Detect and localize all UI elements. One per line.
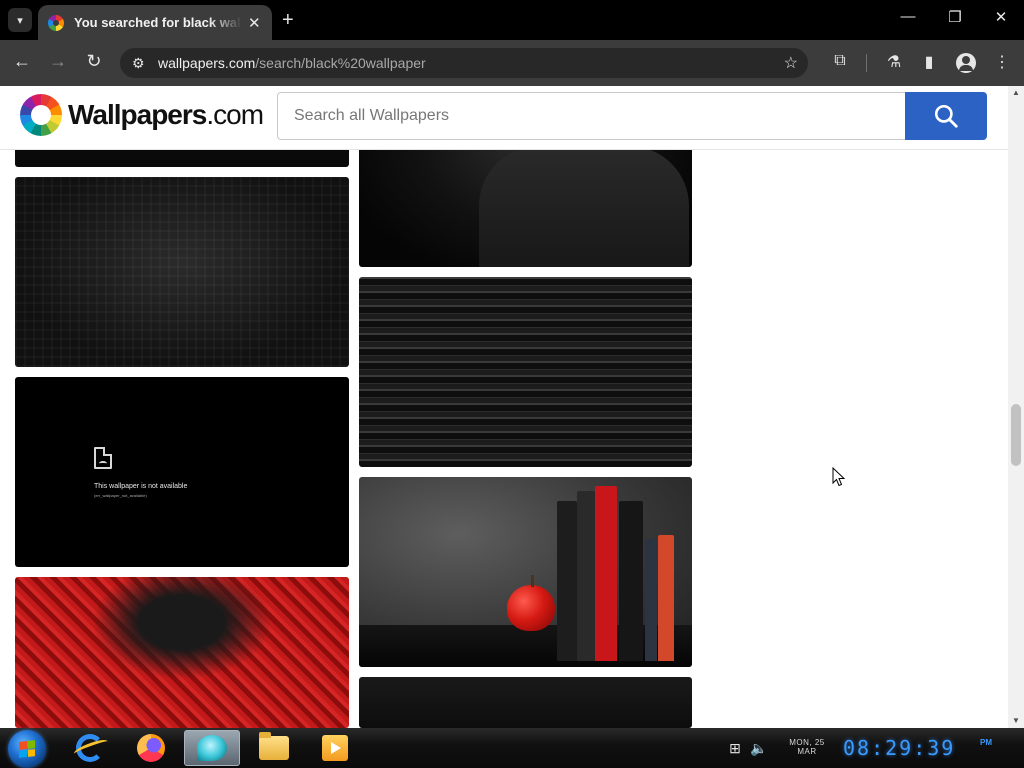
- labs-icon[interactable]: ⚗: [883, 52, 905, 72]
- internet-explorer-icon: [76, 734, 104, 762]
- taskbar-file-explorer[interactable]: [246, 730, 302, 766]
- tab-close-icon[interactable]: ✕: [248, 14, 261, 32]
- scroll-thumb[interactable]: [1011, 404, 1021, 466]
- date-line-2: MAR: [797, 747, 817, 756]
- book: [577, 491, 595, 661]
- page-scrollbar[interactable]: ▲ ▼: [1008, 86, 1024, 728]
- address-bar[interactable]: ⚙ wallpapers.com/search/black%20wallpape…: [120, 48, 808, 78]
- wallpaper-thumbnail[interactable]: [15, 177, 349, 367]
- tab-search-icon[interactable]: ▾: [8, 8, 32, 32]
- wallpaper-thumbnail[interactable]: [359, 677, 692, 728]
- search-icon: [934, 104, 958, 128]
- unavailable-message: This wallpaper is not available: [94, 483, 188, 490]
- tray-clock[interactable]: 08:29:39: [843, 736, 955, 760]
- windows-flag-icon: [19, 740, 35, 758]
- search-button[interactable]: [905, 92, 987, 140]
- page-viewport: This wallpaper is not available (err_wal…: [0, 86, 1008, 728]
- book: [645, 539, 657, 661]
- taskbar-media-player[interactable]: [307, 730, 363, 766]
- site-info-icon[interactable]: ⚙: [132, 55, 150, 72]
- close-window-button[interactable]: ✕: [989, 8, 1013, 26]
- book: [658, 535, 674, 661]
- book: [595, 486, 617, 661]
- mouse-cursor-icon: [832, 467, 846, 487]
- site-logo[interactable]: Wallpapers.com: [68, 99, 264, 131]
- suit-figure: [479, 146, 689, 267]
- start-button[interactable]: [8, 730, 46, 768]
- wallpaper-thumbnail[interactable]: [359, 477, 692, 667]
- wallpaper-thumbnail[interactable]: [359, 277, 692, 467]
- tray-ampm: PM: [980, 738, 992, 747]
- url-path: /search/black%20wallpaper: [255, 55, 426, 71]
- extensions-icon[interactable]: ⧉: [829, 52, 851, 70]
- scroll-down-icon[interactable]: ▼: [1008, 714, 1024, 728]
- taskbar-chat-app[interactable]: [184, 730, 240, 766]
- reload-icon[interactable]: ↻: [82, 51, 106, 72]
- tray-date[interactable]: MON, 25 MAR: [784, 738, 830, 756]
- unavailable-sub: (err_wallpaper_not_available): [94, 493, 147, 498]
- chat-app-icon: [197, 735, 227, 761]
- browser-tab-bar: ▾ You searched for black wallpaper ✕ + —…: [0, 0, 1024, 40]
- book: [619, 501, 643, 661]
- logo-main: Wallpapers: [68, 99, 207, 130]
- favicon-icon: [48, 14, 64, 31]
- minimize-button[interactable]: —: [896, 8, 920, 25]
- book: [557, 501, 577, 661]
- broken-file-icon: [94, 447, 112, 469]
- site-header: Wallpapers.com: [0, 86, 1008, 150]
- forward-icon[interactable]: →: [46, 51, 70, 72]
- logo-suffix: .com: [206, 99, 264, 130]
- volume-muted-icon[interactable]: 🔈: [750, 740, 768, 757]
- date-line-1: MON, 25: [789, 738, 825, 747]
- firefox-icon: [137, 734, 165, 762]
- browser-tab-active[interactable]: You searched for black wallpaper ✕: [38, 5, 272, 40]
- wallpaper-thumbnail[interactable]: [15, 577, 349, 728]
- media-player-icon: [322, 735, 348, 761]
- back-icon[interactable]: ←: [10, 51, 34, 72]
- tab-title: You searched for black wallpaper: [74, 15, 242, 30]
- new-tab-button[interactable]: +: [282, 9, 294, 31]
- browser-toolbar: ← → ↻ ⚙ wallpapers.com/search/black%20wa…: [0, 40, 1024, 86]
- wallpapers-logo-icon[interactable]: [20, 94, 62, 136]
- taskbar: ⊞ 🔈 MON, 25 MAR 08:29:39 PM: [0, 728, 1024, 768]
- taskbar-internet-explorer[interactable]: [62, 730, 118, 766]
- wallpaper-thumbnail-unavailable[interactable]: This wallpaper is not available (err_wal…: [15, 377, 349, 567]
- url-host: wallpapers.com: [158, 55, 256, 71]
- folder-icon: [259, 732, 289, 760]
- toolbar-separator: [866, 54, 867, 72]
- network-icon[interactable]: ⊞: [726, 740, 744, 757]
- scroll-up-icon[interactable]: ▲: [1008, 86, 1024, 100]
- bookmark-star-icon[interactable]: ☆: [784, 53, 798, 73]
- taskbar-firefox[interactable]: [123, 730, 179, 766]
- apple: [507, 575, 555, 631]
- side-panel-icon[interactable]: ▮: [918, 52, 940, 72]
- menu-icon[interactable]: ⋮: [991, 52, 1013, 72]
- restore-button[interactable]: ❐: [943, 8, 967, 26]
- search-input[interactable]: [277, 92, 906, 140]
- profile-icon[interactable]: [956, 53, 976, 73]
